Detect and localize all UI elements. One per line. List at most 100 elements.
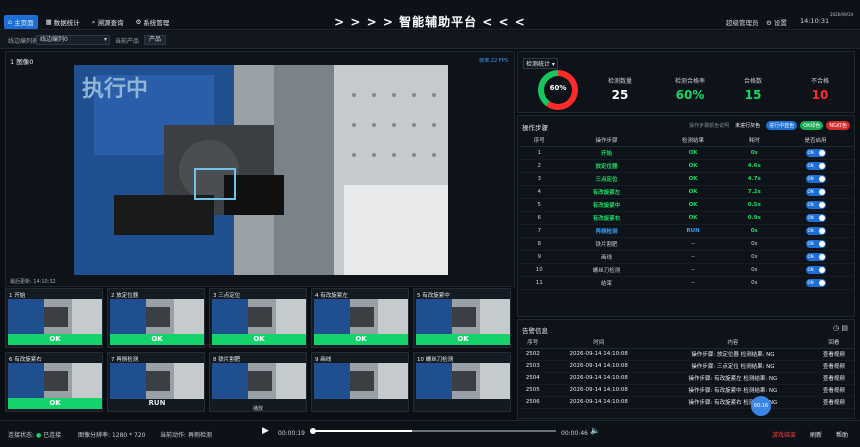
view-video-link[interactable]: 查看视频 <box>813 360 854 373</box>
settings-button[interactable]: ⚙ 设置 <box>766 17 787 27</box>
step-time: 0s <box>731 224 778 238</box>
view-video-link[interactable]: 查看视频 <box>813 384 854 397</box>
table-row[interactable]: 6 有改旋紧右 OK 0.9s ON <box>520 211 854 225</box>
alarm-no: 2506 <box>520 396 546 409</box>
thumbnail-status: OK <box>110 334 204 345</box>
legend-pill: 未进行灰色 <box>735 123 761 129</box>
status-dot-icon: ● <box>35 432 42 439</box>
nav-item-0[interactable]: ⌂ 主页面 <box>4 15 38 29</box>
line-list-label: 线边编列表 <box>8 38 39 45</box>
step-no: 4 <box>520 185 559 199</box>
alarm-time: 2026-09-14 14:10:08 <box>545 384 652 397</box>
step-thumbnail[interactable]: 2 放定位器 OK <box>107 288 205 348</box>
alarm-no: 2503 <box>520 360 546 373</box>
step-thumbnail[interactable]: 10 螺丝刀检测 <box>413 352 511 412</box>
export-icon[interactable]: ▤ <box>841 324 848 332</box>
stat-item: 合格数 15 <box>723 76 783 102</box>
step-thumbnails: 1 开始 OK 2 放定位器 OK 3 三点定位 OK 4 有改旋紧左 OK 5 有改旋紧中 OK… <box>5 288 515 418</box>
table-row[interactable]: 1 开始 OK 0s ON <box>520 146 854 160</box>
table-row[interactable]: 7 再侧检测 RUN 0s ON <box>520 224 854 238</box>
step-enabled: ON <box>777 159 854 173</box>
steps-title: 操作步骤 <box>522 124 548 132</box>
line-select-value: 线边编列0 <box>40 36 68 43</box>
time-total: 00:00:46 <box>561 430 588 437</box>
thumbnail-status: OK <box>8 334 102 345</box>
step-thumbnail[interactable]: 8 铁片割肥 <box>209 352 307 412</box>
view-video-link[interactable]: 查看视频 <box>813 396 854 409</box>
enable-toggle[interactable]: ON <box>805 226 826 235</box>
step-thumbnail[interactable]: 5 有改旋紧中 OK <box>413 288 511 348</box>
refresh-button[interactable]: 刷新 <box>810 430 822 439</box>
user-name[interactable]: 超级管理员 <box>726 17 759 27</box>
volume-icon[interactable]: 🔈 <box>590 426 600 435</box>
step-thumbnail[interactable]: 1 开始 OK <box>5 288 103 348</box>
help-button[interactable]: 帮助 <box>836 430 848 439</box>
steps-column-header: 是否启用 <box>777 134 854 147</box>
alarm-no: 2502 <box>520 348 546 361</box>
step-time: 0s <box>731 237 778 251</box>
step-time: 0s <box>731 263 778 277</box>
alarm-content: 操作步骤: 有改旋紧右 检测结果: NG <box>651 396 814 409</box>
thumbnail-label: 2 放定位器 <box>111 293 139 299</box>
playback-knob[interactable] <box>310 428 316 434</box>
nav-item-1[interactable]: ▦ 数据统计 <box>42 15 84 29</box>
enable-toggle[interactable]: ON <box>805 239 826 248</box>
step-thumbnail[interactable]: 9 画线 <box>311 352 409 412</box>
step-thumbnail[interactable]: 4 有改旋紧左 OK <box>311 288 409 348</box>
alarms-column-header: 序号 <box>520 336 546 349</box>
table-row[interactable]: 4 有改旋紧左 OK 7.2s ON <box>520 185 854 199</box>
nav-item-3[interactable]: ⚙ 系统管理 <box>131 15 173 29</box>
view-video-link[interactable]: 查看视频 <box>813 372 854 385</box>
play-icon[interactable]: ▶ <box>262 426 269 436</box>
enable-toggle[interactable]: ON <box>805 265 826 274</box>
enable-toggle[interactable]: ON <box>805 174 826 183</box>
main-nav: ⌂ 主页面 ▦ 数据统计 ⌕ 溯源查询 ⚙ 系统管理 <box>4 15 173 29</box>
stop-button[interactable]: 游戏结束 <box>772 430 796 439</box>
enable-toggle[interactable]: ON <box>805 252 826 261</box>
resolution-label: 图像分辨率: <box>78 432 111 439</box>
enable-toggle[interactable]: ON <box>805 213 826 222</box>
thumbnail-label: 3 三点定位 <box>213 293 241 299</box>
clock-icon[interactable]: ◷ <box>833 324 839 332</box>
playback-progress[interactable] <box>312 430 556 432</box>
table-row[interactable]: 11 结束 -- 0s ON <box>520 276 854 290</box>
table-row[interactable]: 3 三点定位 OK 4.7s ON <box>520 172 854 186</box>
table-row[interactable]: 8 铁片割肥 -- 0s ON <box>520 237 854 251</box>
clock-time: 14:10:31 <box>800 17 830 25</box>
table-row[interactable]: 9 画线 -- 0s ON <box>520 250 854 264</box>
playhead-bubble[interactable]: 00:16 <box>751 396 771 416</box>
step-enabled: ON <box>777 276 854 290</box>
nav-item-2[interactable]: ⌕ 溯源查询 <box>88 15 128 29</box>
chart-icon: ▦ <box>45 18 52 26</box>
table-row[interactable]: 2 放定位器 OK 4.6s ON <box>520 159 854 173</box>
step-no: 7 <box>520 224 559 238</box>
table-row[interactable]: 5 有改旋紧中 OK 0.5s ON <box>520 198 854 212</box>
thumbnail-image <box>110 299 204 335</box>
camera-feed[interactable]: 执行中 <box>74 65 448 275</box>
settings-label: 设置 <box>773 19 787 27</box>
enable-toggle[interactable]: ON <box>805 148 826 157</box>
stats-dropdown[interactable]: 检测统计 ▾ <box>523 58 558 69</box>
enable-toggle[interactable]: ON <box>805 161 826 170</box>
alarm-time: 2026-09-14 14:10:08 <box>545 396 652 409</box>
table-row[interactable]: 10 螺丝刀检测 -- 0s ON <box>520 263 854 277</box>
step-thumbnail[interactable]: 3 三点定位 OK <box>209 288 307 348</box>
step-result: OK <box>654 146 732 160</box>
line-select[interactable]: 线边编列0 ▾ <box>36 35 110 45</box>
thumbnail-image <box>314 363 408 399</box>
alarms-column-header: 回看 <box>813 336 854 349</box>
enable-toggle[interactable]: ON <box>805 187 826 196</box>
enable-toggle[interactable]: ON <box>805 200 826 209</box>
enable-toggle[interactable]: ON <box>805 278 826 287</box>
nav-label: 主页面 <box>14 19 34 27</box>
stat-value: 25 <box>611 88 629 102</box>
view-video-link[interactable]: 查看视频 <box>813 348 854 361</box>
alarm-no: 2505 <box>520 384 546 397</box>
step-name: 放定位器 <box>558 159 655 173</box>
step-thumbnail[interactable]: 6 有改旋紧右 OK <box>5 352 103 412</box>
step-thumbnail[interactable]: 7 再侧检测 RUN <box>107 352 205 412</box>
product-value[interactable]: 产品 <box>144 35 167 45</box>
playback-progress-fill <box>312 430 413 432</box>
resolution-value: 1280 * 720 <box>111 432 146 439</box>
stat-label: 合格数 <box>743 78 762 85</box>
